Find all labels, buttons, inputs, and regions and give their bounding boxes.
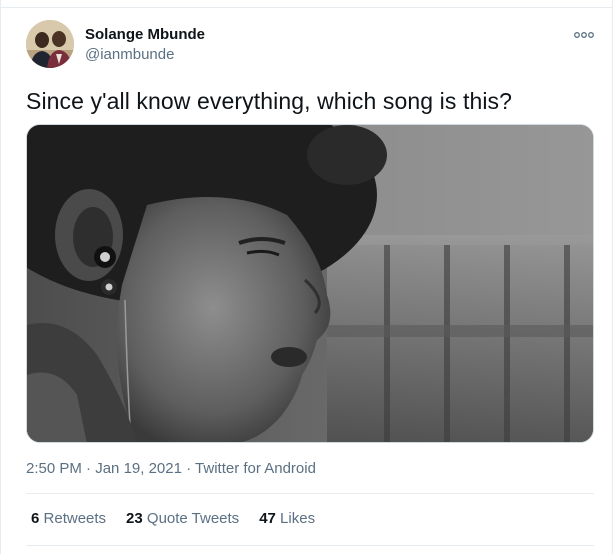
tweet-photo[interactable] [26, 124, 594, 443]
avatar[interactable] [26, 20, 74, 68]
tweet-stats: 6 Retweets 23 Quote Tweets 47 Likes [31, 510, 315, 527]
tweet-date[interactable]: Jan 19, 2021 [95, 460, 182, 477]
tweet-source[interactable]: Twitter for Android [195, 460, 316, 477]
tweet-card: Solange Mbunde @ianmbunde Since y'all kn… [0, 0, 613, 554]
quote-tweets-label: Quote Tweets [146, 510, 240, 527]
meta-divider [26, 493, 594, 494]
likes-label: Likes [280, 510, 316, 527]
likes-stat[interactable]: 47 Likes [259, 510, 315, 527]
meta-separator: · [181, 460, 196, 477]
stats-divider [26, 545, 594, 546]
author-handle[interactable]: @ianmbunde [85, 46, 174, 63]
more-horizontal-icon[interactable] [573, 28, 595, 40]
retweets-label: Retweets [43, 510, 107, 527]
quote-tweets-stat[interactable]: 23 Quote Tweets [126, 510, 239, 527]
likes-count: 47 [259, 510, 276, 527]
retweets-count: 6 [31, 510, 40, 527]
retweets-stat[interactable]: 6 Retweets [31, 510, 106, 527]
meta-separator: · [81, 460, 96, 477]
author-display-name[interactable]: Solange Mbunde [85, 26, 205, 43]
quote-tweets-count: 23 [126, 510, 143, 527]
top-divider [1, 7, 613, 8]
tweet-meta: 2:50 PM · Jan 19, 2021 · Twitter for And… [26, 460, 316, 477]
tweet-time[interactable]: 2:50 PM [26, 460, 82, 477]
tweet-text: Since y'all know everything, which song … [26, 88, 513, 114]
